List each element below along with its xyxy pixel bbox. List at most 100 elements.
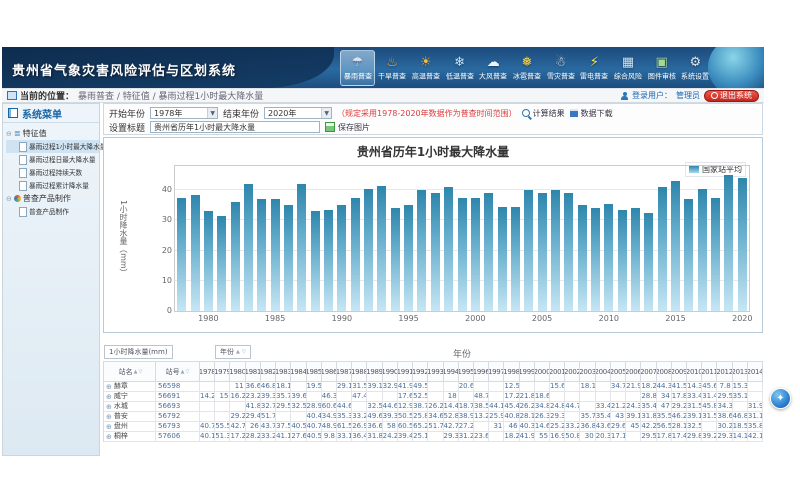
sidebar-group-label: 特征值 <box>23 128 47 139</box>
year-column-header[interactable]: 2000 <box>535 362 550 382</box>
year-column-header[interactable]: 1993 <box>428 362 443 382</box>
sort-asc-icon: ▲ <box>236 349 240 355</box>
year-column-header[interactable]: 1985 <box>307 362 322 382</box>
year-column-header[interactable]: 1997 <box>489 362 504 382</box>
year-column-header[interactable]: 1996 <box>474 362 489 382</box>
year-column-header[interactable]: 1990 <box>383 362 398 382</box>
collapse-toggle-icon[interactable]: ⊖ <box>6 195 12 203</box>
expand-row-icon[interactable]: ⊕ <box>106 413 112 421</box>
nav-item[interactable]: ☀高温普查 <box>409 50 442 86</box>
bar <box>498 207 507 311</box>
year-column-header[interactable]: 2002 <box>565 362 580 382</box>
year-column-header[interactable]: 2013 <box>733 362 748 382</box>
table-row: ⊕盘州5679340.755.542.72643.737.540.540.748… <box>104 422 763 432</box>
year-column-header[interactable]: 1978 <box>200 362 215 382</box>
year-column-header[interactable]: 1986 <box>322 362 337 382</box>
nav-item[interactable]: ☁大风普查 <box>477 50 510 86</box>
value-cell: 29.6 <box>611 422 626 432</box>
nav-item[interactable]: ⚙系统设置 <box>679 50 712 86</box>
expand-row-icon[interactable]: ⊕ <box>106 433 112 441</box>
sidebar-group[interactable]: ⊖≣特征值 <box>6 127 99 140</box>
year-column-header[interactable]: 1979 <box>215 362 230 382</box>
sort-station-id[interactable]: 站号▲▽ <box>156 362 200 382</box>
end-year-select[interactable]: 2020年▼ <box>264 107 332 119</box>
x-tick-label: 1980 <box>194 314 222 323</box>
year-column-header[interactable]: 2005 <box>611 362 626 382</box>
year-column-header[interactable]: 1980 <box>230 362 245 382</box>
year-column-header[interactable]: 1983 <box>276 362 291 382</box>
expand-row-icon[interactable]: ⊕ <box>106 393 112 401</box>
year-column-header[interactable]: 2007 <box>641 362 656 382</box>
bar <box>231 202 240 311</box>
year-column-header[interactable]: 2011 <box>702 362 717 382</box>
year-column-header[interactable]: 2012 <box>717 362 732 382</box>
year-column-header[interactable]: 1988 <box>352 362 367 382</box>
year-column-header[interactable]: 2004 <box>596 362 611 382</box>
nav-item[interactable]: ❄低温普查 <box>443 50 476 86</box>
expand-row-icon[interactable]: ⊕ <box>106 403 112 411</box>
calc-result-button[interactable]: 计算结果 <box>522 108 565 119</box>
document-icon <box>19 181 27 191</box>
year-column-header[interactable]: 2009 <box>672 362 687 382</box>
sidebar-item[interactable]: 普查产品制作 <box>6 205 99 218</box>
sort-station-name[interactable]: 站名▲▽ <box>104 362 156 382</box>
year-column-header[interactable]: 1998 <box>504 362 519 382</box>
year-column-header[interactable]: 1994 <box>444 362 459 382</box>
nav-item[interactable]: ❅冰雹普查 <box>510 50 543 86</box>
value-cell: 34 <box>657 392 672 402</box>
year-column-header[interactable]: 2010 <box>687 362 702 382</box>
year-column-header[interactable]: 2008 <box>657 362 672 382</box>
value-cell <box>626 432 641 442</box>
year-column-header[interactable]: 1987 <box>337 362 352 382</box>
year-column-header[interactable]: 1982 <box>261 362 276 382</box>
nav-item[interactable]: ▣图件审核 <box>645 50 678 86</box>
value-cell <box>337 392 352 402</box>
year-column-header[interactable]: 1984 <box>291 362 306 382</box>
year-column-header[interactable]: 2006 <box>626 362 641 382</box>
collapse-toggle-icon[interactable]: ⊖ <box>6 130 12 138</box>
nav-item[interactable]: ⚡雷电普查 <box>578 50 611 86</box>
value-cell: 39.3 <box>261 392 276 402</box>
year-group-header[interactable]: 年份▲▽ <box>215 345 251 359</box>
value-cell <box>459 392 474 402</box>
data-download-button[interactable]: 数据下载 <box>570 108 613 119</box>
nav-item[interactable]: ☂暴雨普查 <box>340 50 375 86</box>
value-cell: 55 <box>535 432 550 442</box>
expand-row-icon[interactable]: ⊕ <box>106 423 112 431</box>
range-notice: （规定采用1978-2020年数据作为普查时间范围） <box>337 108 517 119</box>
year-column-header[interactable]: 1981 <box>246 362 261 382</box>
bar <box>551 190 560 311</box>
nav-item[interactable]: ♨干旱普查 <box>376 50 409 86</box>
chart-title-input[interactable] <box>150 121 320 133</box>
value-cell: 31.4 <box>702 392 717 402</box>
value-cell: 35.7 <box>276 392 291 402</box>
value-cell: 51.7 <box>261 412 276 422</box>
sidebar-group[interactable]: ⊖普查产品制作 <box>6 192 99 205</box>
sidebar-item[interactable]: 暴雨过程持续天数 <box>6 166 99 179</box>
year-column-header[interactable]: 1999 <box>520 362 535 382</box>
year-column-header[interactable]: 1989 <box>367 362 382 382</box>
value-cell: 15 <box>215 392 230 402</box>
sidebar-item[interactable]: 暴雨过程累计降水量 <box>6 179 99 192</box>
year-column-header[interactable]: 2001 <box>550 362 565 382</box>
nav-item[interactable]: ☃雪灾普查 <box>544 50 577 86</box>
year-column-header[interactable]: 1992 <box>413 362 428 382</box>
year-column-header[interactable]: 1995 <box>459 362 474 382</box>
value-cell: 18.1 <box>580 382 595 392</box>
start-year-select[interactable]: 1978年▼ <box>150 107 218 119</box>
sidebar-item[interactable]: 暴雨过程日最大降水量 <box>6 153 99 166</box>
save-image-button[interactable]: 保存图片 <box>325 122 370 133</box>
sidebar-item-label: 暴雨过程累计降水量 <box>29 181 89 191</box>
year-column-header[interactable]: 1991 <box>398 362 413 382</box>
value-type-selector[interactable]: 1小时降水量(mm) <box>104 345 173 359</box>
nav-item[interactable]: ▦综合风险 <box>612 50 645 86</box>
logout-button[interactable]: 退出系统 <box>704 90 759 102</box>
floating-widget-icon[interactable]: ✦ <box>770 388 791 409</box>
login-user-label: 登录用户： <box>632 90 672 101</box>
value-cell <box>428 432 443 442</box>
year-column-header[interactable]: 2003 <box>580 362 595 382</box>
expand-row-icon[interactable]: ⊕ <box>106 383 112 391</box>
year-column-header[interactable]: 2014 <box>748 362 763 382</box>
value-cell <box>733 402 748 412</box>
sidebar-item[interactable]: 暴雨过程1小时最大降水量 <box>6 140 99 153</box>
